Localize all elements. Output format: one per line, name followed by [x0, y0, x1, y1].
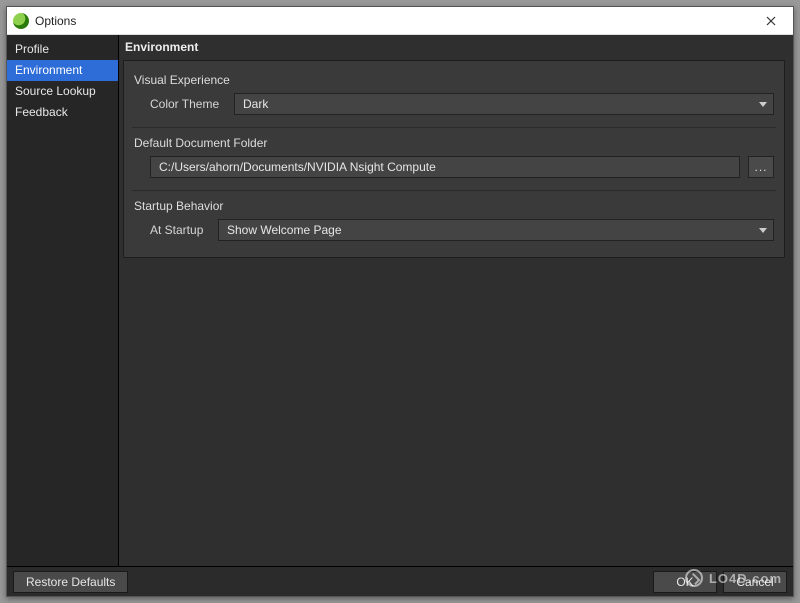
- input-document-folder[interactable]: C:/Users/ahorn/Documents/NVIDIA Nsight C…: [150, 156, 740, 178]
- page-title: Environment: [123, 38, 785, 60]
- close-icon: [766, 16, 776, 26]
- select-color-theme-value: Dark: [243, 97, 268, 111]
- divider: [132, 127, 776, 128]
- main-panel: Environment Visual Experience Color Them…: [119, 35, 793, 566]
- restore-defaults-button[interactable]: Restore Defaults: [13, 571, 128, 593]
- cancel-button[interactable]: Cancel: [723, 571, 787, 593]
- row-document-folder: C:/Users/ahorn/Documents/NVIDIA Nsight C…: [134, 156, 774, 182]
- sidebar-item-source-lookup[interactable]: Source Lookup: [7, 81, 118, 102]
- ok-button[interactable]: OK: [653, 571, 717, 593]
- sidebar: Profile Environment Source Lookup Feedba…: [7, 35, 119, 566]
- label-at-startup: At Startup: [150, 223, 210, 237]
- footer: Restore Defaults OK Cancel: [7, 566, 793, 596]
- sidebar-item-profile[interactable]: Profile: [7, 39, 118, 60]
- app-icon: [13, 13, 29, 29]
- sidebar-item-feedback[interactable]: Feedback: [7, 102, 118, 123]
- settings-panel: Visual Experience Color Theme Dark Defau…: [123, 60, 785, 258]
- select-at-startup[interactable]: Show Welcome Page: [218, 219, 774, 241]
- window-title: Options: [35, 14, 755, 28]
- section-visual-experience: Visual Experience: [134, 69, 774, 93]
- chevron-down-icon: [759, 228, 767, 233]
- sidebar-item-environment[interactable]: Environment: [7, 60, 118, 81]
- select-color-theme[interactable]: Dark: [234, 93, 774, 115]
- client-area: Profile Environment Source Lookup Feedba…: [7, 35, 793, 596]
- divider: [132, 190, 776, 191]
- body: Profile Environment Source Lookup Feedba…: [7, 35, 793, 566]
- section-default-document-folder: Default Document Folder: [134, 132, 774, 156]
- browse-button[interactable]: ...: [748, 156, 774, 178]
- section-startup-behavior: Startup Behavior: [134, 195, 774, 219]
- options-window: Options Profile Environment Source Looku…: [6, 6, 794, 597]
- label-color-theme: Color Theme: [150, 97, 226, 111]
- row-color-theme: Color Theme Dark: [134, 93, 774, 119]
- document-folder-value: C:/Users/ahorn/Documents/NVIDIA Nsight C…: [159, 160, 436, 174]
- close-button[interactable]: [755, 7, 787, 34]
- titlebar: Options: [7, 7, 793, 35]
- chevron-down-icon: [759, 102, 767, 107]
- row-at-startup: At Startup Show Welcome Page: [134, 219, 774, 245]
- select-at-startup-value: Show Welcome Page: [227, 223, 342, 237]
